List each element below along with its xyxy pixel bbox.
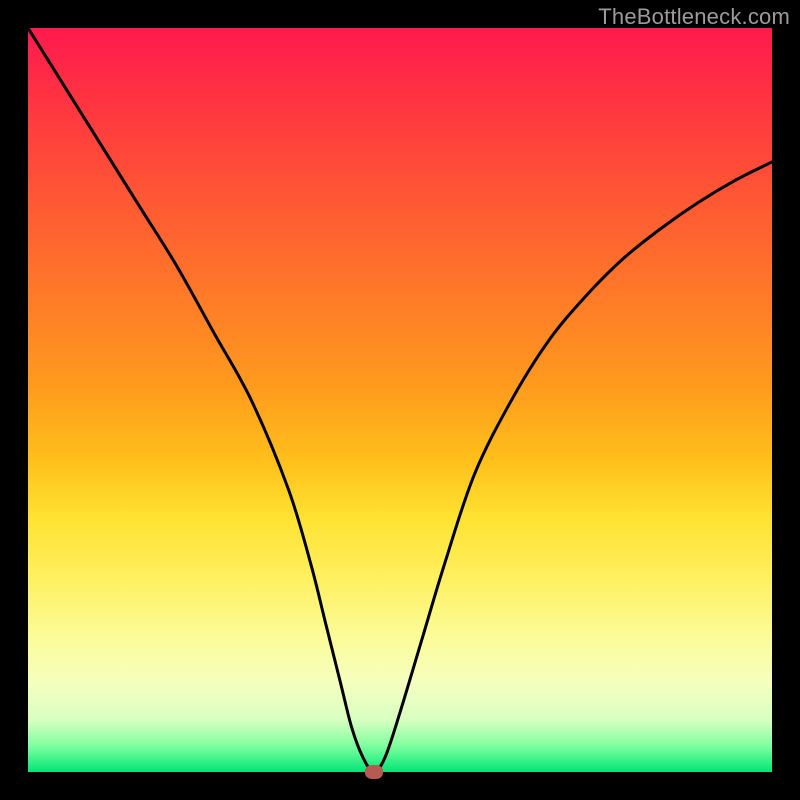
chart-frame: TheBottleneck.com (0, 0, 800, 800)
bottleneck-curve (28, 28, 772, 772)
watermark-text: TheBottleneck.com (598, 4, 790, 30)
optimum-marker (365, 765, 383, 779)
plot-area (28, 28, 772, 772)
